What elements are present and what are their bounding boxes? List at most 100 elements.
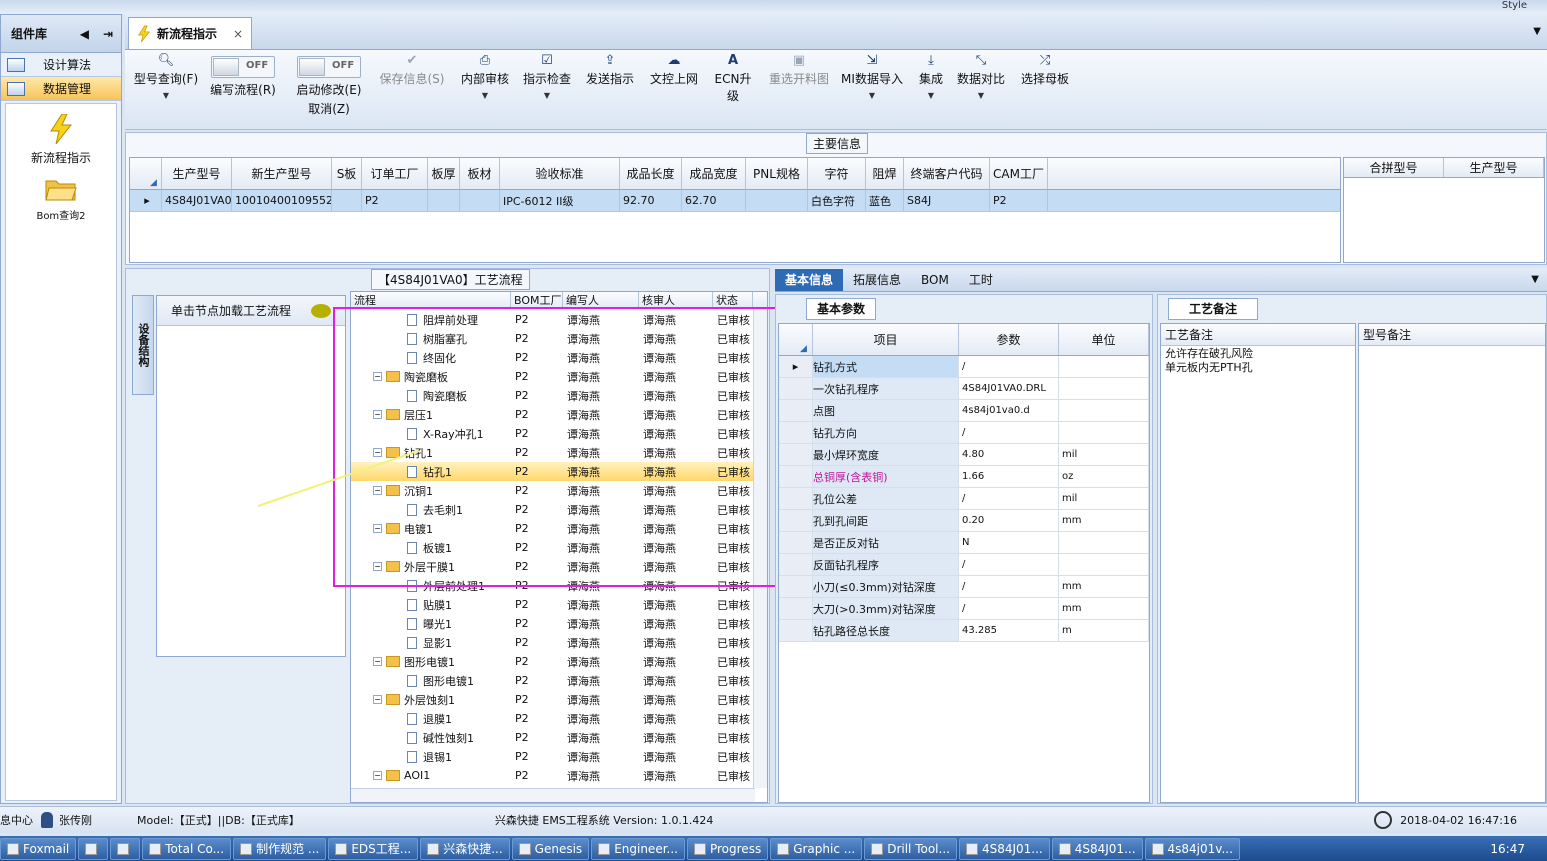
mi-data-import-button[interactable]: ⇲ MI数据导入 ▼ — [839, 50, 905, 100]
taskbar-button[interactable]: Engineer... — [591, 837, 685, 860]
cell[interactable]: P2 — [990, 190, 1048, 211]
cell-unit[interactable] — [1059, 400, 1149, 421]
cell-item[interactable]: 钻孔路径总长度 — [813, 620, 959, 641]
table-row[interactable]: 是否正反对钻 N — [779, 532, 1149, 554]
column-header[interactable]: 成品长度 — [620, 158, 682, 189]
column-header[interactable]: S板 — [332, 158, 362, 189]
cancel-label[interactable]: 取消(Z) — [293, 100, 365, 117]
component-bom-query2[interactable]: Bom查询2 — [6, 176, 116, 222]
cell[interactable]: 白色字符 — [808, 190, 866, 211]
column-header[interactable]: 板厚 — [428, 158, 460, 189]
taskbar-button[interactable]: Genesis — [511, 837, 590, 860]
info-center-label[interactable]: 息中心 — [0, 812, 33, 828]
table-row[interactable]: 最小焊环宽度 4.80 mil — [779, 444, 1149, 466]
cell-unit[interactable] — [1059, 532, 1149, 553]
cell-factory[interactable]: P2 — [511, 655, 563, 668]
cell[interactable] — [746, 190, 808, 211]
integrate-button[interactable]: ⤓ 集成 ▼ — [913, 50, 949, 100]
column-header[interactable]: 核审人 — [639, 292, 713, 307]
taskbar-button[interactable]: 4S84J01... — [1051, 837, 1143, 860]
cell-writer[interactable]: 谭海燕 — [563, 711, 639, 727]
table-row[interactable]: 小刀(≤0.3mm)对钻深度 / mm — [779, 576, 1149, 598]
tab-extended-info[interactable]: 拓展信息 — [843, 269, 911, 291]
tree-node[interactable]: − 外层蚀刻1 — [351, 692, 511, 708]
tree-node[interactable]: 碱性蚀刻1 — [351, 730, 511, 746]
sidebar-button-design-algorithm[interactable]: 设计算法 — [1, 53, 121, 77]
cell[interactable]: 62.70 — [682, 190, 746, 211]
cell-unit[interactable]: m — [1059, 620, 1149, 641]
cell[interactable] — [428, 190, 460, 211]
cell-reviewer[interactable]: 谭海燕 — [639, 616, 713, 632]
cell-factory[interactable]: P2 — [511, 674, 563, 687]
tab-new-flow-instruction[interactable]: 新流程指示 × — [128, 17, 252, 49]
column-header[interactable]: 项目 — [813, 324, 959, 355]
cell-item[interactable]: 一次钻孔程序 — [813, 378, 959, 399]
cell-unit[interactable] — [1059, 356, 1149, 377]
table-row[interactable]: − AOI1 P2 谭海燕 谭海燕 已审核 — [351, 766, 767, 785]
cell-writer[interactable]: 谭海燕 — [563, 597, 639, 613]
cell-status[interactable]: 已审核 — [713, 673, 753, 689]
internal-review-button[interactable]: ⎙ 内部审核 ▼ — [457, 50, 513, 100]
cell[interactable] — [332, 190, 362, 211]
cell-status[interactable]: 已审核 — [713, 597, 753, 613]
data-compare-button[interactable]: ⤡ 数据对比 ▼ — [955, 50, 1007, 100]
horizontal-scrollbar[interactable] — [351, 788, 755, 802]
cell-factory[interactable]: P2 — [511, 731, 563, 744]
component-new-flow-instruction[interactable]: 新流程指示 — [6, 113, 116, 166]
cell-value[interactable]: N — [959, 532, 1059, 553]
tab-equipment-structure[interactable]: 设备结构 — [132, 295, 154, 395]
cell-value[interactable]: 4.80 — [959, 444, 1059, 465]
send-instruction-button[interactable]: ⇪ 发送指示 — [583, 50, 637, 87]
column-header[interactable]: BOM工厂 — [511, 292, 563, 307]
table-row[interactable]: 大刀(>0.3mm)对钻深度 / mm — [779, 598, 1149, 620]
cell-value[interactable]: 4S84J01VA0.DRL — [959, 378, 1059, 399]
upload-online-button[interactable]: ☁ 文控上网 — [647, 50, 701, 87]
cell-writer[interactable]: 谭海燕 — [563, 749, 639, 765]
cell-unit[interactable] — [1059, 554, 1149, 575]
table-row[interactable]: 显影1 P2 谭海燕 谭海燕 已审核 — [351, 633, 767, 652]
column-header[interactable]: PNL规格 — [746, 158, 808, 189]
cell-item[interactable]: 点图 — [813, 400, 959, 421]
cell-reviewer[interactable]: 谭海燕 — [639, 673, 713, 689]
table-row[interactable]: ▸ 钻孔方式 / — [779, 356, 1149, 378]
pin-icon[interactable]: ⇥ — [103, 27, 113, 41]
cell-factory[interactable]: P2 — [511, 617, 563, 630]
cell-status[interactable]: 已审核 — [713, 749, 753, 765]
cell-unit[interactable]: mm — [1059, 510, 1149, 531]
instruction-check-button[interactable]: ☑ 指示检查 ▼ — [521, 50, 573, 100]
cell[interactable]: S84J — [904, 190, 990, 211]
cell-value[interactable]: 0.20 — [959, 510, 1059, 531]
cell-unit[interactable]: mm — [1059, 576, 1149, 597]
table-row[interactable]: 孔到孔间距 0.20 mm — [779, 510, 1149, 532]
cell-status[interactable]: 已审核 — [713, 730, 753, 746]
tab-basic-info[interactable]: 基本信息 — [775, 268, 844, 291]
tree-node[interactable]: 退锡1 — [351, 749, 511, 765]
cell-status[interactable]: 已审核 — [713, 692, 753, 708]
column-header[interactable]: 验收标准 — [500, 158, 620, 189]
taskbar-button[interactable]: 兴森快捷... — [420, 837, 510, 860]
chevron-down-icon[interactable]: ▼ — [839, 91, 905, 100]
cell[interactable]: 蓝色 — [866, 190, 904, 211]
process-notes-box[interactable]: 工艺备注 允许存在破孔风险 单元板内无PTH孔 — [1160, 323, 1356, 803]
cell-item[interactable]: 孔位公差 — [813, 488, 959, 509]
column-header[interactable]: 终端客户代码 — [904, 158, 990, 189]
column-header[interactable]: 阻焊 — [866, 158, 904, 189]
tab-menu-dropdown-icon[interactable]: ▼ — [1531, 274, 1539, 285]
table-row[interactable]: 退锡1 P2 谭海燕 谭海燕 已审核 — [351, 747, 767, 766]
ecn-upgrade-button[interactable]: A ECN升级 — [709, 50, 757, 104]
taskbar-button[interactable]: EDS工程... — [328, 837, 419, 860]
tree-node[interactable]: − 图形电镀1 — [351, 654, 511, 670]
chevron-down-icon[interactable]: ▼ — [955, 91, 1007, 100]
edit-flow-toggle[interactable]: OFF 编写流程(R) — [207, 50, 279, 98]
cell-status[interactable]: 已审核 — [713, 635, 753, 651]
cell-item[interactable]: 钻孔方式 — [813, 356, 959, 377]
cell[interactable]: 4S84J01VA0 — [162, 190, 232, 211]
column-header[interactable]: 字符 — [808, 158, 866, 189]
cell-item[interactable]: 钻孔方向 — [813, 422, 959, 443]
table-row[interactable]: 贴膜1 P2 谭海燕 谭海燕 已审核 — [351, 595, 767, 614]
tab-work-hours[interactable]: 工时 — [959, 269, 1003, 291]
taskbar-button[interactable] — [78, 837, 109, 860]
cell-unit[interactable] — [1059, 422, 1149, 443]
taskbar-button[interactable]: Progress — [686, 837, 769, 860]
table-row[interactable]: 点图 4s84j01va0.d — [779, 400, 1149, 422]
